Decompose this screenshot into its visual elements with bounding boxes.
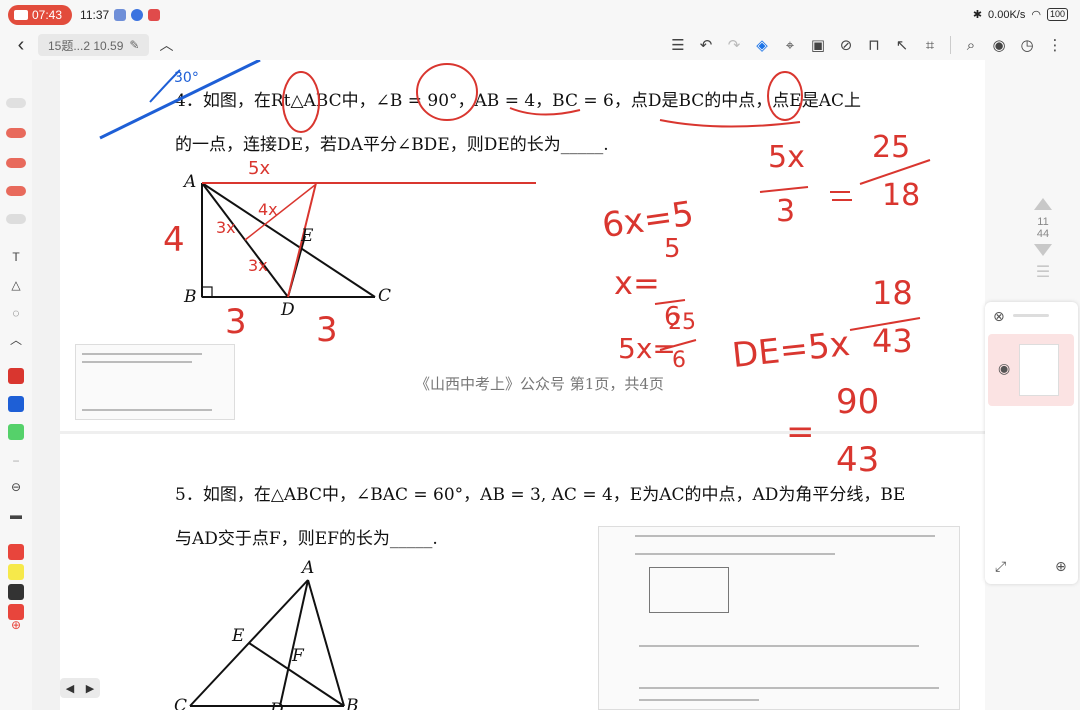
history-icon[interactable]: ◷ xyxy=(1014,32,1040,58)
left-tool-rail: T △ ◌ ︿ − ⊖ ▬ ⊕ xyxy=(0,60,32,710)
undo-icon[interactable]: ↶ xyxy=(693,32,719,58)
drag-handle[interactable] xyxy=(1013,314,1049,317)
q5-label-f: F xyxy=(292,646,304,666)
size-minus-circle-icon[interactable]: ⊖ xyxy=(6,478,26,496)
stroke-width-indicator[interactable]: ▬ xyxy=(6,506,26,524)
image-icon[interactable]: ▣ xyxy=(805,32,831,58)
back-button[interactable]: ‹ xyxy=(6,30,36,60)
color-swatch-black[interactable] xyxy=(8,584,24,600)
total-pages: 44 xyxy=(1036,228,1050,240)
page-pager: 11 44 ☰ xyxy=(1033,198,1053,282)
lock-icon[interactable]: ⊓ xyxy=(861,32,887,58)
status-bar: 07:43 11:37 ✱ 0.00K/s ◠ 100 xyxy=(0,0,1080,30)
prev-page-icon[interactable]: ◀ xyxy=(66,682,74,695)
camera-icon xyxy=(14,10,28,20)
more-icon[interactable]: ⋮ xyxy=(1042,32,1068,58)
q5-label-c: C xyxy=(174,696,188,710)
q5-label-b: B xyxy=(346,696,359,710)
layers-stack-icon[interactable]: ☰ xyxy=(1036,262,1050,282)
shapes-icon[interactable]: △ xyxy=(6,276,26,294)
battery-indicator: 100 xyxy=(1046,8,1068,21)
eye-icon[interactable]: ◉ xyxy=(998,360,1010,377)
float-preview[interactable]: ◉ xyxy=(988,334,1074,406)
status-right: ✱ 0.00K/s ◠ 100 xyxy=(973,8,1068,21)
top-toolbar: ‹ 15题...2 10.59 ✎ ︿ ☰ ↶ ↷ ◈ ⌖ ▣ ⊘ ⊓ ↖ ⌗ … xyxy=(0,30,1080,60)
pen-tool[interactable] xyxy=(6,158,26,168)
list-icon[interactable]: ☰ xyxy=(665,32,691,58)
current-page: 11 xyxy=(1037,216,1049,228)
tool-group: ☰ ↶ ↷ ◈ ⌖ ▣ ⊘ ⊓ ↖ ⌗ ⌕ ◉ ◷ ⋮ xyxy=(664,30,1069,60)
color-swatch-red-selected[interactable] xyxy=(8,368,24,384)
screen-recording-indicator[interactable]: 07:43 xyxy=(8,5,73,25)
close-float-icon[interactable]: ⊗ xyxy=(993,308,1005,325)
eye-off-icon[interactable]: ⊘ xyxy=(833,32,859,58)
page-up-icon[interactable] xyxy=(1034,198,1052,210)
q5-label-a: A xyxy=(302,558,315,578)
add-color-icon[interactable]: ⊕ xyxy=(6,616,26,634)
app-notification-icon xyxy=(114,9,127,21)
size-minus-icon[interactable]: − xyxy=(6,452,26,470)
edit-pencil-icon: ✎ xyxy=(129,38,140,52)
lasso-select-icon[interactable]: ◌ xyxy=(6,304,26,322)
next-page-icon[interactable]: ▶ xyxy=(86,682,94,695)
layers-icon[interactable]: ◈ xyxy=(749,32,775,58)
color-swatch-blue[interactable] xyxy=(8,396,24,412)
lasso-icon[interactable]: ⌖ xyxy=(777,32,803,58)
document-title: 15题...2 10.59 xyxy=(48,38,124,53)
app-notification-icon xyxy=(131,9,144,21)
record-icon[interactable]: ◉ xyxy=(986,32,1012,58)
document-canvas[interactable]: 4．如图，在Rt△ABC中，∠B = 90°，AB = 4，BC = 6，点D是… xyxy=(60,60,985,710)
redo-icon[interactable]: ↷ xyxy=(721,32,747,58)
snapshot-figure xyxy=(649,567,729,613)
chevron-up-icon[interactable]: ︿ xyxy=(6,330,26,348)
page-nav-control[interactable]: ◀ ▶ xyxy=(60,678,100,698)
eraser-tool[interactable] xyxy=(6,98,26,108)
marker-tool[interactable] xyxy=(6,214,26,224)
collapse-toolbar-chevron-up-icon[interactable]: ︿ xyxy=(159,35,173,55)
search-doc-icon[interactable]: ⌕ xyxy=(958,32,984,58)
wifi-icon: ◠ xyxy=(1031,9,1041,21)
toolbar-divider xyxy=(950,36,951,54)
crop-icon[interactable]: ⌗ xyxy=(917,32,943,58)
pen-tool[interactable] xyxy=(6,128,26,138)
add-circle-icon[interactable]: ⊕ xyxy=(1055,558,1067,575)
q5-segment-ad xyxy=(279,579,309,707)
embedded-snapshot[interactable] xyxy=(598,526,960,710)
pointer-icon[interactable]: ↖ xyxy=(889,32,915,58)
color-swatch-red[interactable] xyxy=(8,544,24,560)
highlighter-tool[interactable] xyxy=(6,186,26,196)
q5-label-e: E xyxy=(232,626,245,646)
bluetooth-icon: ✱ xyxy=(972,9,983,21)
mini-page-thumbnail xyxy=(1019,344,1059,396)
recording-time: 07:43 xyxy=(32,8,63,22)
app-notification-icon xyxy=(148,9,161,21)
color-swatch-yellow[interactable] xyxy=(8,564,24,580)
expand-icon[interactable]: ⤢ xyxy=(995,558,1006,575)
floating-window-card[interactable]: ⊗ ◉ ⤢ ⊕ xyxy=(985,302,1078,584)
page-down-icon[interactable] xyxy=(1034,244,1052,256)
text-box-icon[interactable]: T xyxy=(6,248,26,266)
q5-label-d: D xyxy=(270,700,284,710)
q5-side-ab xyxy=(307,579,345,707)
chevron-left-icon: ‹ xyxy=(17,33,25,56)
document-title-field[interactable]: 15题...2 10.59 ✎ xyxy=(38,34,150,56)
network-speed: 0.00K/s xyxy=(988,8,1026,21)
clock: 11:37 xyxy=(80,8,110,22)
color-swatch-green[interactable] xyxy=(8,424,24,440)
